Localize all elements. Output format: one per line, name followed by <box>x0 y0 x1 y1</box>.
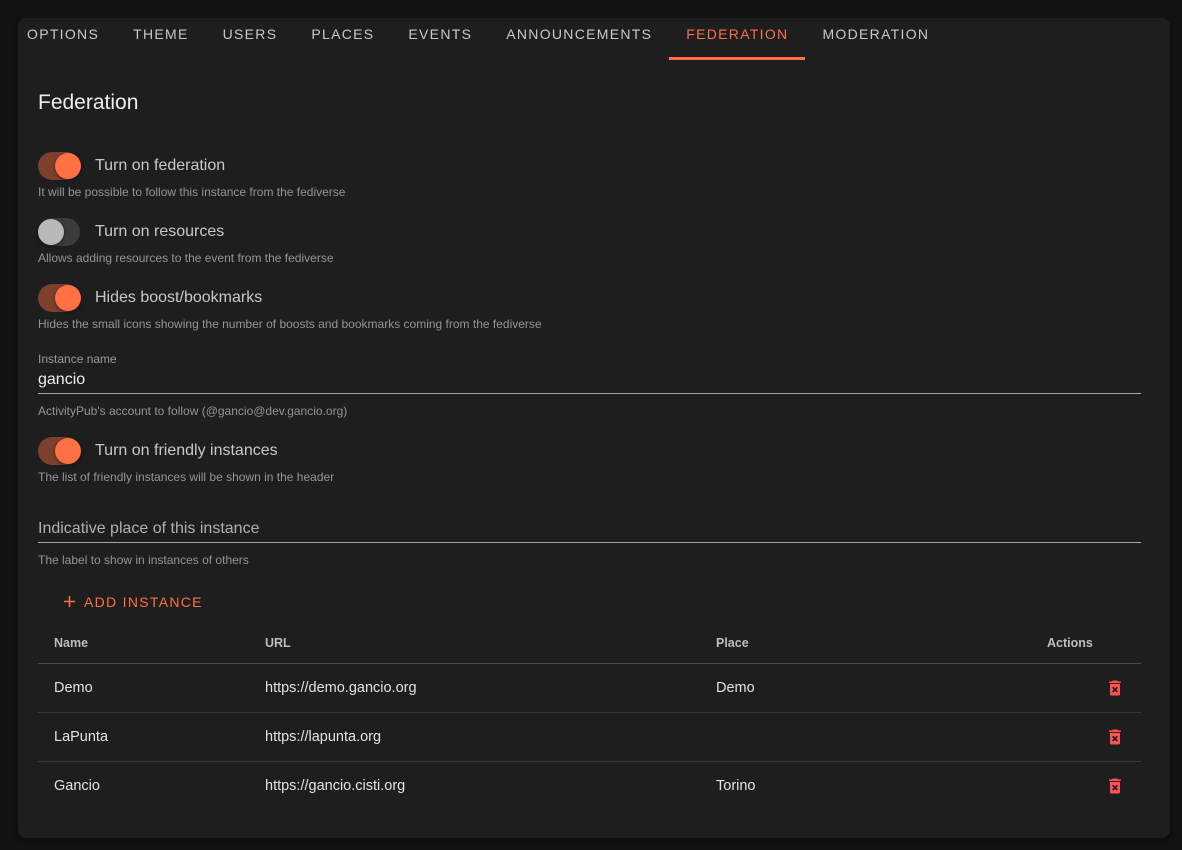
instance-url-cell: https://lapunta.org <box>249 713 700 762</box>
tab-theme[interactable]: THEME <box>116 18 206 60</box>
tab-places[interactable]: PLACES <box>294 18 391 60</box>
instance-place-cell <box>700 713 1031 762</box>
friendly-instances-toggle-group: Turn on friendly instances The list of f… <box>38 437 1141 484</box>
resources-toggle-label[interactable]: Turn on resources <box>95 223 224 241</box>
trash-delete-forever-icon <box>1105 727 1125 747</box>
hide-boost-toggle-group: Hides boost/bookmarks Hides the small ic… <box>38 284 1141 331</box>
hide-boost-toggle[interactable] <box>38 284 80 312</box>
instance-place-input[interactable] <box>38 520 1141 543</box>
plus-icon <box>60 592 79 611</box>
friendly-instances-toggle[interactable] <box>38 437 80 465</box>
column-header-actions: Actions <box>1031 622 1141 664</box>
federation-settings-panel: Federation Turn on federation It will be… <box>18 92 1170 810</box>
instance-name-input[interactable] <box>38 371 1141 394</box>
friendly-instances-toggle-label[interactable]: Turn on friendly instances <box>95 442 278 460</box>
toggle-thumb <box>55 153 81 179</box>
resources-toggle[interactable] <box>38 218 80 246</box>
instances-table: Name URL Place Actions Demo https://demo… <box>38 622 1141 810</box>
instance-url-cell: https://gancio.cisti.org <box>249 762 700 811</box>
federation-toggle[interactable] <box>38 152 80 180</box>
delete-instance-button[interactable] <box>1105 727 1125 747</box>
federation-toggle-hint: It will be possible to follow this insta… <box>38 185 1141 199</box>
hide-boost-toggle-hint: Hides the small icons showing the number… <box>38 317 1141 331</box>
delete-instance-button[interactable] <box>1105 678 1125 698</box>
delete-instance-button[interactable] <box>1105 776 1125 796</box>
column-header-place: Place <box>700 622 1031 664</box>
instance-name-field-group: Instance name ActivityPub's account to f… <box>38 352 1141 418</box>
instance-table-row: Gancio https://gancio.cisti.org Torino <box>38 762 1141 811</box>
tab-federation[interactable]: FEDERATION <box>669 18 805 60</box>
instance-place-cell: Torino <box>700 762 1031 811</box>
trash-delete-forever-icon <box>1105 776 1125 796</box>
instance-name-hint: ActivityPub's account to follow (@gancio… <box>38 404 1141 418</box>
tab-users[interactable]: USERS <box>206 18 295 60</box>
instance-name-cell: Gancio <box>38 762 249 811</box>
trash-delete-forever-icon <box>1105 678 1125 698</box>
page-title: Federation <box>38 92 1141 113</box>
instance-place-cell: Demo <box>700 664 1031 713</box>
add-instance-button[interactable]: ADD INSTANCE <box>56 590 207 613</box>
admin-nav-tabs: OPTIONSTHEMEUSERSPLACESEVENTSANNOUNCEMEN… <box>18 18 1170 60</box>
table-header-row: Name URL Place Actions <box>38 622 1141 664</box>
instance-url-cell: https://demo.gancio.org <box>249 664 700 713</box>
instance-name-cell: LaPunta <box>38 713 249 762</box>
tab-moderation[interactable]: MODERATION <box>805 18 946 60</box>
resources-toggle-hint: Allows adding resources to the event fro… <box>38 251 1141 265</box>
friendly-instances-toggle-hint: The list of friendly instances will be s… <box>38 470 1141 484</box>
instance-table-row: LaPunta https://lapunta.org <box>38 713 1141 762</box>
instance-name-label: Instance name <box>38 352 1141 366</box>
tab-options[interactable]: OPTIONS <box>18 18 116 60</box>
federation-toggle-group: Turn on federation It will be possible t… <box>38 152 1141 199</box>
instance-place-hint: The label to show in instances of others <box>38 553 1141 567</box>
column-header-url: URL <box>249 622 700 664</box>
tab-events[interactable]: EVENTS <box>391 18 489 60</box>
admin-panel-card: OPTIONSTHEMEUSERSPLACESEVENTSANNOUNCEMEN… <box>18 18 1170 838</box>
add-instance-button-label: ADD INSTANCE <box>84 594 203 610</box>
resources-toggle-group: Turn on resources Allows adding resource… <box>38 218 1141 265</box>
instance-place-field-group: The label to show in instances of others <box>38 520 1141 567</box>
toggle-thumb <box>38 219 64 245</box>
instance-name-cell: Demo <box>38 664 249 713</box>
toggle-thumb <box>55 285 81 311</box>
instance-table-row: Demo https://demo.gancio.org Demo <box>38 664 1141 713</box>
hide-boost-toggle-label[interactable]: Hides boost/bookmarks <box>95 289 262 307</box>
column-header-name: Name <box>38 622 249 664</box>
tab-announcements[interactable]: ANNOUNCEMENTS <box>489 18 669 60</box>
federation-toggle-label[interactable]: Turn on federation <box>95 157 225 175</box>
toggle-thumb <box>55 438 81 464</box>
